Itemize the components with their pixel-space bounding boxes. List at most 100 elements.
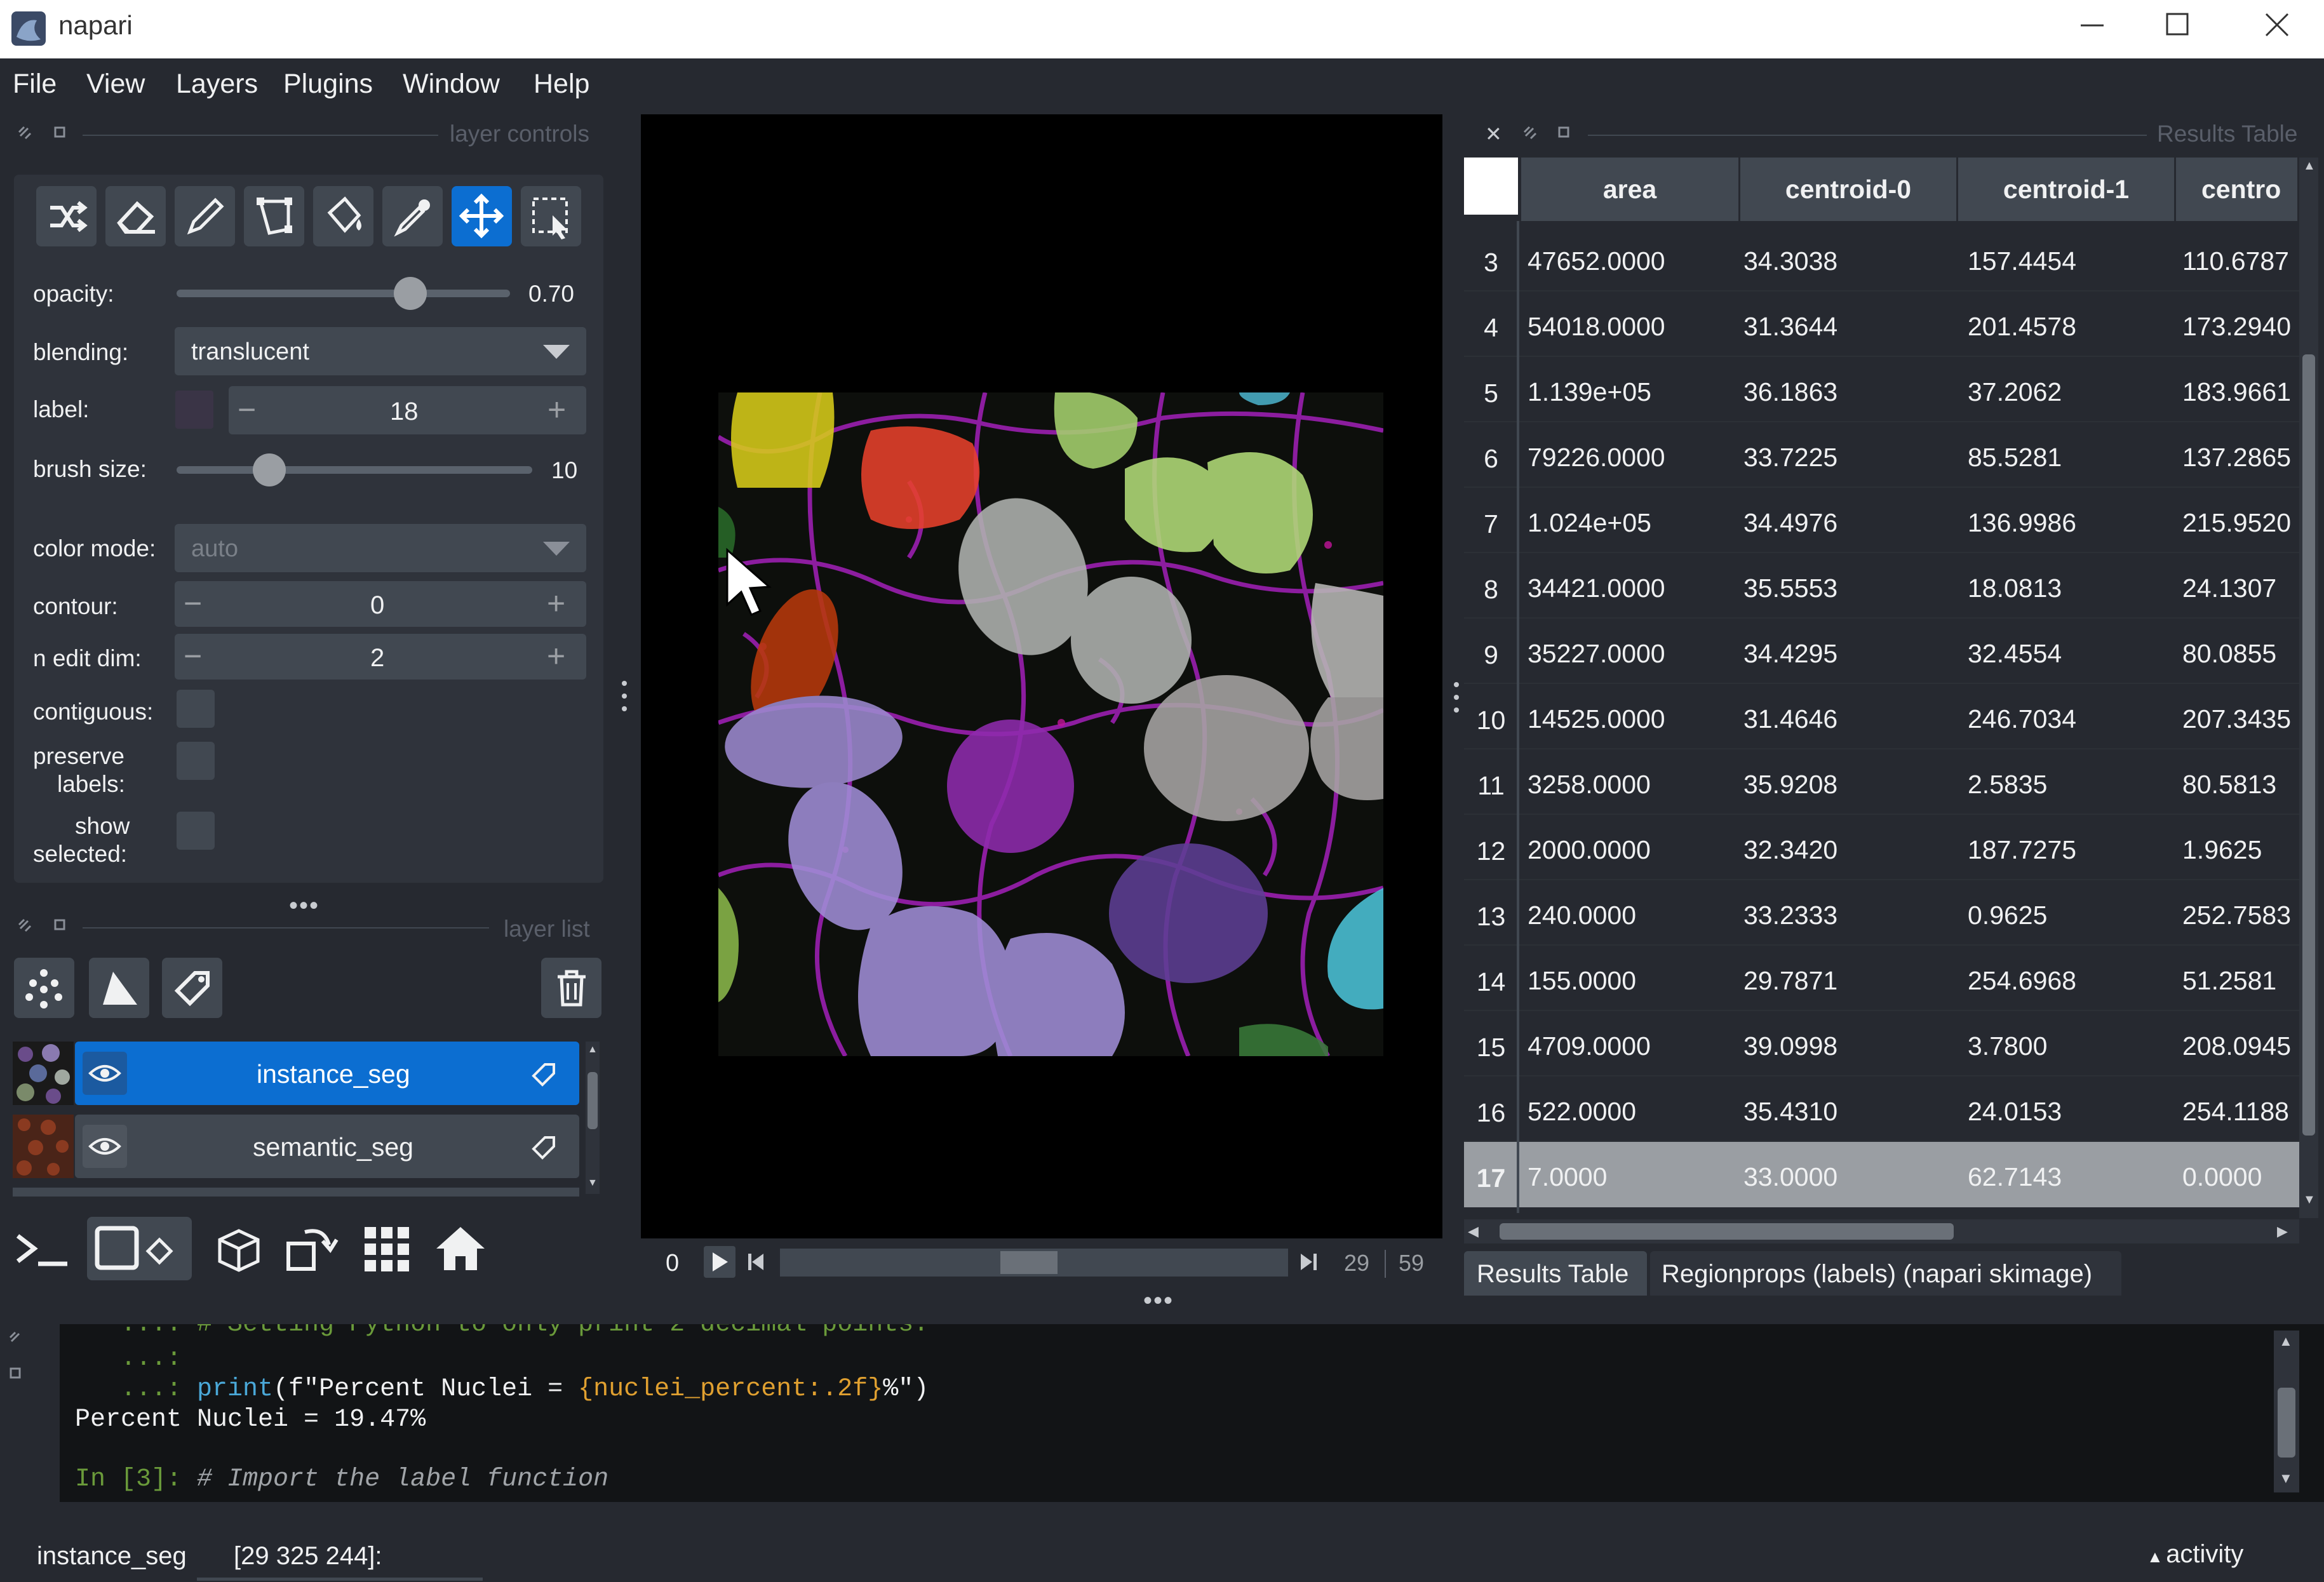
menu-view[interactable]: View — [86, 69, 145, 100]
n-edit-dim-spinbox[interactable]: − 2 + — [175, 634, 586, 680]
show-selected-checkbox[interactable] — [177, 812, 215, 850]
table-cell[interactable]: 136.9986 — [1968, 508, 2076, 538]
column-header-centroid-1[interactable]: centroid-1 — [1958, 158, 2176, 221]
table-cell[interactable]: 0.0000 — [2182, 1162, 2262, 1192]
console-dock-close-icon[interactable] — [8, 1330, 24, 1346]
table-cell[interactable]: 2.5835 — [1968, 770, 2047, 800]
table-cell[interactable]: 4709.0000 — [1528, 1031, 1651, 1061]
scroll-left-arrow[interactable]: ◀ — [1468, 1223, 1479, 1240]
table-cell[interactable]: 7.0000 — [1528, 1162, 1607, 1192]
close-dock-icon[interactable]: ✕ — [1485, 122, 1502, 146]
minus-icon[interactable]: − — [184, 638, 202, 674]
table-cell[interactable]: 254.1188 — [2182, 1097, 2289, 1127]
table-corner-button[interactable] — [1464, 158, 1518, 215]
close-window-button[interactable] — [2242, 0, 2312, 58]
contour-spinbox[interactable]: − 0 + — [175, 581, 586, 627]
table-cell[interactable]: 80.0855 — [2182, 639, 2276, 669]
opacity-slider[interactable] — [177, 277, 510, 310]
table-cell[interactable]: 47652.0000 — [1528, 246, 1665, 276]
shuffle-colors-button[interactable] — [36, 186, 97, 246]
table-cell[interactable]: 18.0813 — [1968, 573, 2062, 603]
table-cell[interactable]: 24.0153 — [1968, 1097, 2062, 1127]
table-cell[interactable]: 33.7225 — [1743, 443, 1837, 473]
fill-button[interactable] — [313, 186, 373, 246]
step-forward-button[interactable] — [1296, 1246, 1321, 1278]
column-header-centroid-0[interactable]: centroid-0 — [1740, 158, 1958, 221]
dock-float-icon[interactable] — [52, 124, 69, 141]
paint-button[interactable] — [175, 186, 235, 246]
minus-icon[interactable]: − — [184, 585, 202, 622]
table-cell[interactable]: 51.2581 — [2182, 966, 2276, 996]
table-cell[interactable]: 208.0945 — [2182, 1031, 2291, 1061]
delete-layer-button[interactable] — [541, 958, 601, 1018]
table-cell[interactable]: 215.9520 — [2182, 508, 2291, 538]
table-cell[interactable]: 36.1863 — [1743, 377, 1837, 407]
table-cell[interactable]: 24.1307 — [2182, 573, 2276, 603]
table-cell[interactable]: 37.2062 — [1968, 377, 2062, 407]
dock-float-icon[interactable] — [1556, 124, 1573, 141]
table-cell[interactable]: 183.9661 — [2182, 377, 2291, 407]
contiguous-checkbox[interactable] — [177, 690, 215, 728]
console-dock-float-icon[interactable] — [8, 1365, 24, 1382]
transform-button[interactable] — [521, 186, 581, 246]
table-cell[interactable]: 35.4310 — [1743, 1097, 1837, 1127]
new-labels-layer-button[interactable] — [162, 958, 222, 1018]
new-shapes-layer-button[interactable] — [89, 958, 149, 1018]
table-cell[interactable]: 252.7583 — [2182, 901, 2291, 930]
table-cell[interactable]: 35.9208 — [1743, 770, 1837, 800]
roll-dims-button[interactable] — [207, 1217, 271, 1280]
table-cell[interactable]: 31.3644 — [1743, 312, 1837, 342]
scrollbar-handle[interactable] — [2278, 1388, 2295, 1458]
label-color-swatch[interactable] — [175, 391, 213, 429]
minus-icon[interactable]: − — [238, 391, 256, 428]
plus-icon[interactable]: + — [547, 638, 565, 674]
table-cell[interactable]: 35.5553 — [1743, 573, 1837, 603]
table-cell[interactable]: 54018.0000 — [1528, 312, 1665, 342]
table-cell[interactable]: 246.7034 — [1968, 704, 2076, 734]
opacity-slider-handle[interactable] — [393, 277, 427, 310]
scroll-right-arrow[interactable]: ▶ — [2277, 1223, 2288, 1240]
step-back-button[interactable] — [743, 1246, 769, 1278]
table-cell[interactable]: 0.9625 — [1968, 901, 2047, 930]
color-mode-dropdown[interactable]: auto — [175, 524, 586, 572]
preserve-labels-checkbox[interactable] — [177, 742, 215, 780]
table-cell[interactable]: 2000.0000 — [1528, 835, 1651, 865]
reset-view-button[interactable] — [429, 1217, 492, 1280]
table-cell[interactable]: 33.2333 — [1743, 901, 1837, 930]
table-cell[interactable]: 187.7275 — [1968, 835, 2076, 865]
table-cell[interactable]: 254.6968 — [1968, 966, 2076, 996]
table-vertical-scrollbar[interactable]: ▲ ▼ — [2299, 158, 2318, 1218]
layer-row-instance-seg[interactable]: instance_seg — [75, 1042, 579, 1105]
erase-button[interactable] — [105, 186, 166, 246]
table-horizontal-scrollbar[interactable]: ◀ ▶ — [1464, 1219, 2299, 1243]
tab-regionprops[interactable]: Regionprops (labels) (napari skimage) — [1650, 1251, 2121, 1296]
table-cell[interactable]: 155.0000 — [1528, 966, 1636, 996]
table-cell[interactable]: 1.139e+05 — [1528, 377, 1651, 407]
scroll-up-arrow[interactable]: ▲ — [2303, 159, 2316, 173]
table-cell[interactable]: 1.024e+05 — [1528, 508, 1651, 538]
menu-help[interactable]: Help — [534, 69, 589, 100]
dock-splitter-handle[interactable]: ••• — [289, 892, 319, 920]
table-cell[interactable]: 14525.0000 — [1528, 704, 1665, 734]
dock-close-icon[interactable] — [17, 917, 33, 934]
table-cell[interactable]: 173.2940 — [2182, 312, 2291, 342]
console-button[interactable] — [9, 1217, 72, 1280]
layer-row-semantic-seg[interactable]: semantic_seg — [75, 1115, 579, 1178]
table-cell[interactable]: 62.7143 — [1968, 1162, 2062, 1192]
table-cell[interactable]: 85.5281 — [1968, 443, 2062, 473]
table-cell[interactable]: 31.4646 — [1743, 704, 1837, 734]
console-scrollbar[interactable]: ▲ ▼ — [2274, 1331, 2299, 1492]
ndisplay-button[interactable] — [87, 1217, 192, 1280]
transpose-dims-button[interactable] — [279, 1217, 343, 1280]
maximize-button[interactable] — [2143, 0, 2213, 58]
table-cell[interactable]: 240.0000 — [1528, 901, 1636, 930]
viewer-canvas[interactable] — [641, 114, 1442, 1238]
menu-plugins[interactable]: Plugins — [283, 69, 373, 100]
column-header-area[interactable]: area — [1521, 158, 1740, 221]
layer-list-scrollbar[interactable]: ▲ ▼ — [586, 1042, 600, 1194]
table-cell[interactable]: 1.9625 — [2182, 835, 2262, 865]
scroll-down-arrow[interactable]: ▼ — [2279, 1470, 2293, 1487]
table-cell[interactable]: 79226.0000 — [1528, 443, 1665, 473]
table-cell[interactable]: 32.4554 — [1968, 639, 2062, 669]
table-cell[interactable]: 157.4454 — [1968, 246, 2076, 276]
